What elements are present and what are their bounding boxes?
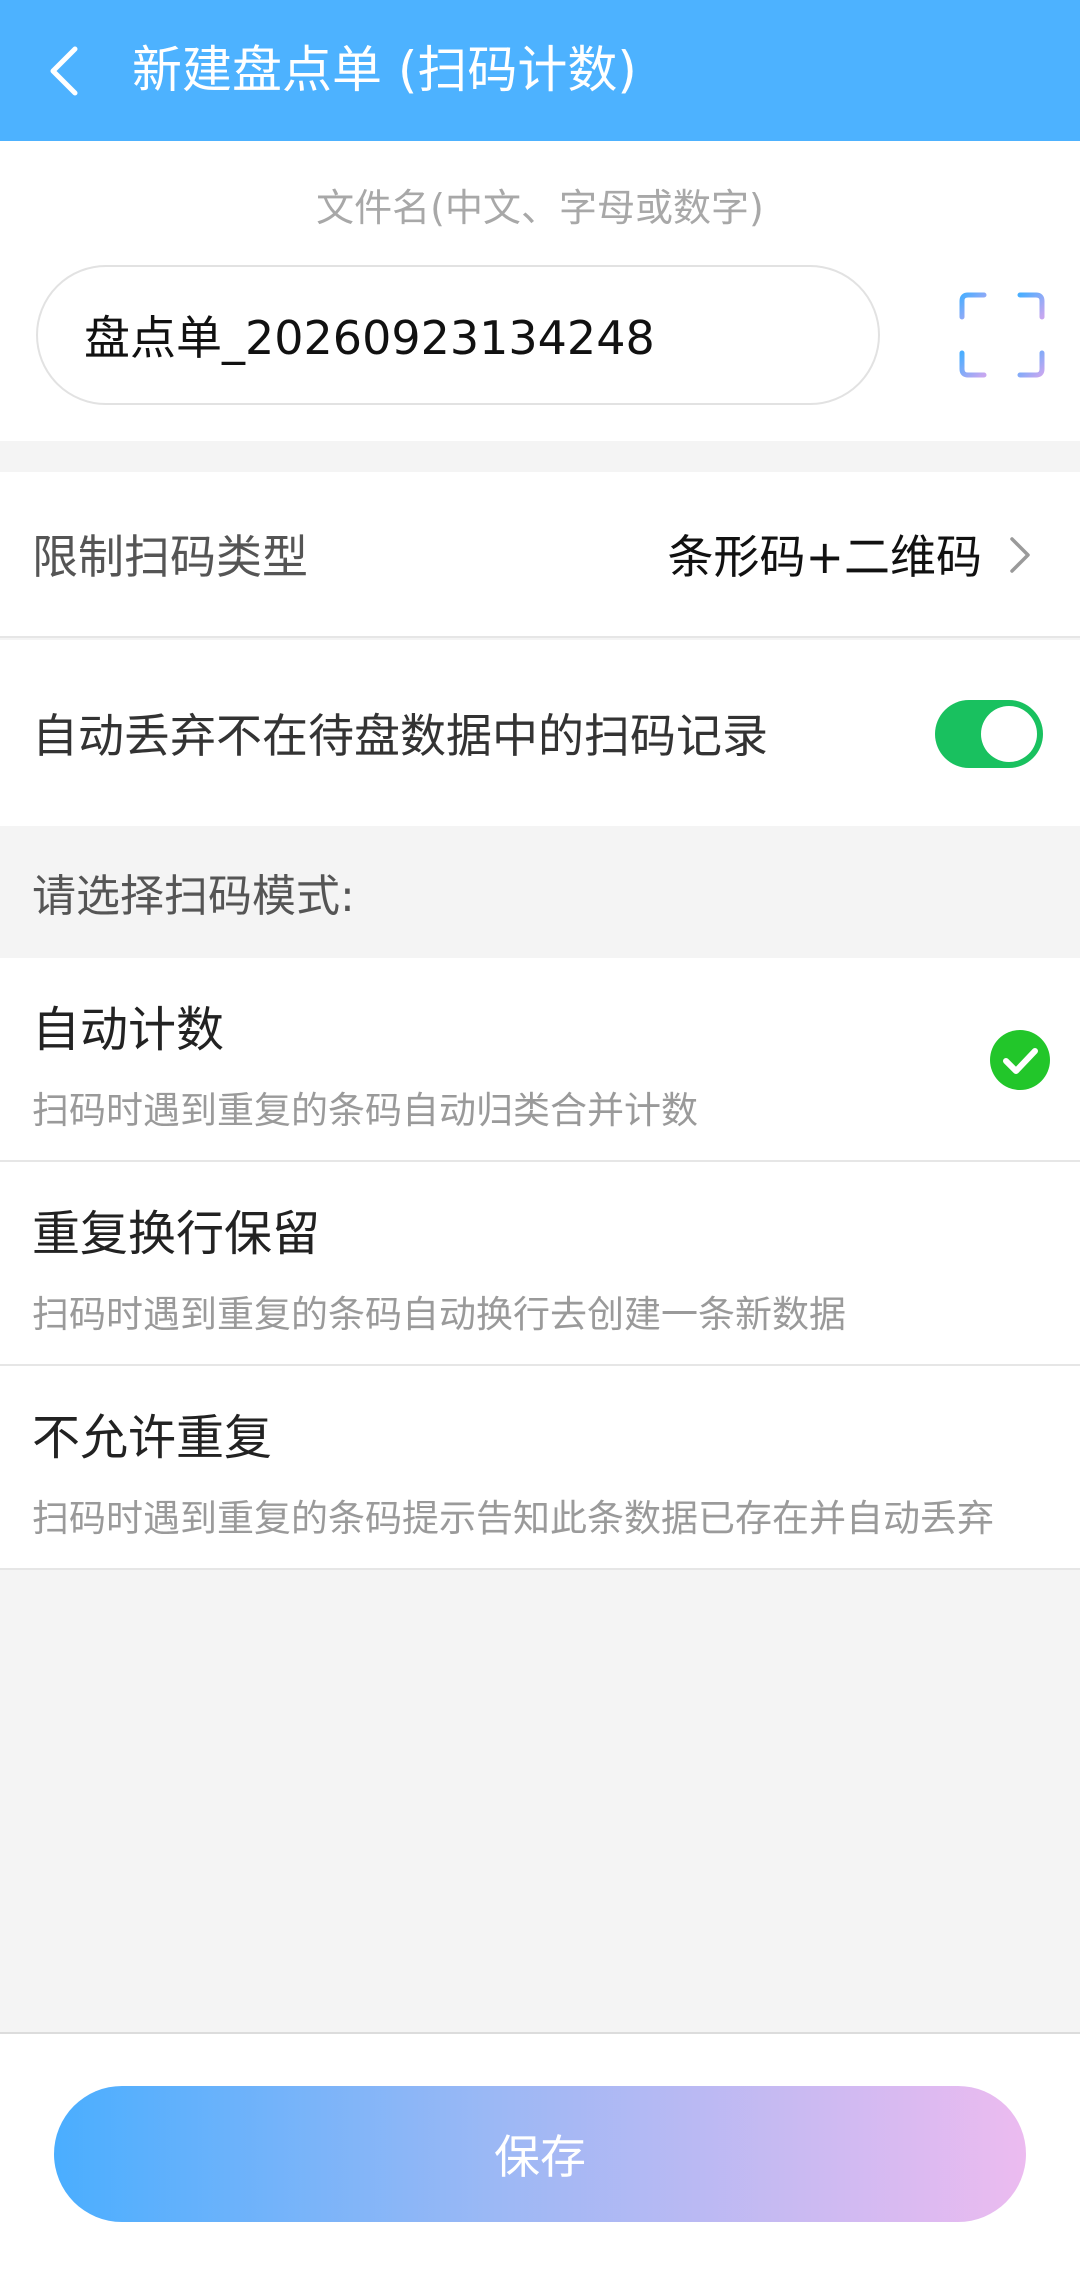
app-header: 新建盘点单 (扫码计数)	[0, 0, 1080, 141]
scan-mode-list: 自动计数 扫码时遇到重复的条码自动归类合并计数 重复换行保留 扫码时遇到重复的条…	[0, 958, 1080, 1570]
mode-title: 重复换行保留	[32, 1206, 321, 1262]
limit-scan-type-row[interactable]: 限制扫码类型 条形码+二维码	[0, 472, 1080, 638]
scan-frame-icon	[959, 292, 1045, 378]
mode-description: 扫码时遇到重复的条码自动换行去创建一条新数据	[32, 1293, 846, 1336]
scan-mode-header: 请选择扫码模式:	[0, 826, 1080, 958]
scan-button[interactable]	[958, 291, 1046, 379]
chevron-right-icon	[1010, 537, 1030, 573]
file-name-input[interactable]	[36, 265, 880, 405]
mode-item-no-duplicates[interactable]: 不允许重复 扫码时遇到重复的条码提示告知此条数据已存在并自动丢弃	[0, 1366, 1080, 1570]
file-name-section: 文件名(中文、字母或数字)	[0, 141, 1080, 441]
auto-discard-row: 自动丢弃不在待盘数据中的扫码记录	[0, 640, 1080, 826]
scan-mode-header-label: 请选择扫码模式:	[32, 871, 355, 922]
page-title: 新建盘点单 (扫码计数)	[132, 41, 637, 99]
limit-scan-type-label: 限制扫码类型	[32, 530, 308, 584]
save-button[interactable]: 保存	[54, 2086, 1026, 2222]
mode-description: 扫码时遇到重复的条码自动归类合并计数	[32, 1089, 698, 1132]
chevron-left-icon	[50, 46, 78, 95]
back-button[interactable]	[0, 0, 130, 141]
mode-item-duplicate-newline[interactable]: 重复换行保留 扫码时遇到重复的条码自动换行去创建一条新数据	[0, 1162, 1080, 1366]
file-name-hint: 文件名(中文、字母或数字)	[316, 186, 764, 230]
auto-discard-label: 自动丢弃不在待盘数据中的扫码记录	[32, 709, 768, 763]
mode-description: 扫码时遇到重复的条码提示告知此条数据已存在并自动丢弃	[32, 1497, 994, 1540]
auto-discard-toggle[interactable]	[935, 700, 1043, 768]
footer-bar: 保存	[0, 2032, 1080, 2290]
mode-item-auto-count[interactable]: 自动计数 扫码时遇到重复的条码自动归类合并计数	[0, 958, 1080, 1162]
mode-title: 自动计数	[32, 1002, 225, 1058]
toggle-knob	[981, 706, 1037, 762]
check-circle-icon	[990, 1030, 1050, 1090]
limit-scan-type-value: 条形码+二维码	[667, 530, 982, 584]
mode-title: 不允许重复	[32, 1410, 273, 1466]
